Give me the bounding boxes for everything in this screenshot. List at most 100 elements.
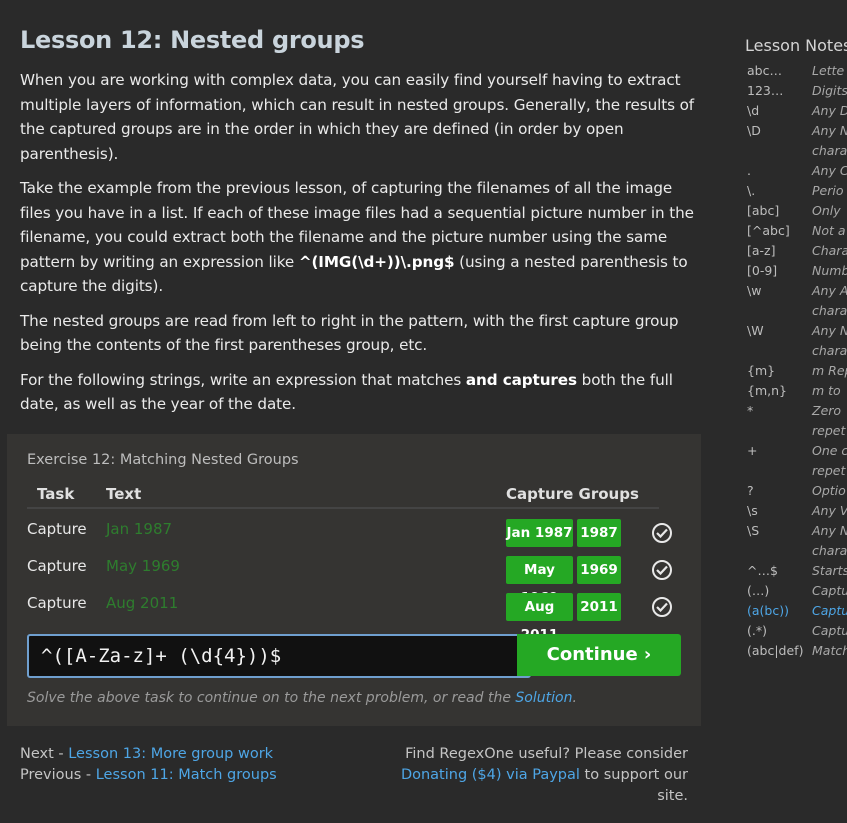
lesson-note-description: Not a (812, 223, 846, 238)
donation-message: Find RegexOne useful? Please consider Do… (390, 744, 688, 807)
row-test-string: May 1969 (106, 557, 180, 575)
lesson-content: Lesson 12: Nested groups When you are wo… (20, 26, 700, 427)
lesson-note-description: Chara (812, 243, 847, 258)
previous-lesson-line: Previous - Lesson 11: Match groups (20, 765, 277, 786)
hint-prefix: Solve the above task to continue on to t… (27, 690, 516, 706)
hint-suffix: . (572, 690, 577, 706)
lesson-note-symbol: (.*) (747, 623, 767, 638)
lesson-note-row: (…) Captu (745, 583, 847, 603)
previous-lesson-link[interactable]: Lesson 11: Match groups (96, 767, 277, 783)
lesson-note-row: ? Optio (745, 483, 847, 503)
lesson-note-description-continued: chara (812, 543, 847, 558)
paragraph-4-bold: and captures (465, 370, 577, 389)
lesson-note-description-continued: chara (812, 143, 847, 158)
column-header-text: Text (106, 485, 142, 503)
lesson-note-description-continued: chara (812, 343, 847, 358)
check-circle-icon (652, 560, 672, 580)
row-task-label: Capture (27, 557, 87, 575)
lesson-note-symbol: \s (747, 503, 758, 518)
lesson-note-description-continued: repet (812, 463, 846, 478)
lesson-note-symbol: \S (747, 523, 760, 538)
lesson-note-description: Only (812, 203, 841, 218)
lesson-note-description: Any A (812, 283, 847, 298)
lesson-note-row: \w Any A chara (745, 283, 847, 323)
lesson-note-row: {m} m Rep (745, 363, 847, 383)
lesson-note-row: \s Any V (745, 503, 847, 523)
lesson-notes-list: abc… Lette 123… Digits \d Any D \D Any N chara. A… (745, 63, 847, 663)
exercise-title: Exercise 12: Matching Nested Groups (27, 452, 299, 468)
lesson-note-description-continued: chara (812, 303, 847, 318)
lesson-note-description: Captu (812, 623, 847, 638)
next-prefix: Next - (20, 746, 69, 762)
lesson-note-symbol: (a(bc)) (747, 603, 789, 618)
lesson-note-symbol: . (747, 163, 751, 178)
column-header-task: Task (37, 485, 75, 503)
lesson-note-symbol: * (747, 403, 754, 418)
lesson-note-symbol: abc… (747, 63, 782, 78)
lesson-note-row: \d Any D (745, 103, 847, 123)
lesson-note-description: One c (812, 443, 847, 458)
column-header-capture-groups: Capture Groups (506, 485, 639, 503)
check-circle-icon (652, 523, 672, 543)
row-task-label: Capture (27, 520, 87, 538)
check-circle-icon (652, 597, 672, 617)
capture-group-1: Jan 1987 (506, 519, 573, 547)
row-task-label: Capture (27, 594, 87, 612)
paragraph-1: When you are working with complex data, … (20, 71, 695, 163)
lesson-note-row: (.*) Captu (745, 623, 847, 643)
paragraph-2: Take the example from the previous lesso… (20, 176, 700, 299)
lesson-note-symbol: ? (747, 483, 754, 498)
exercise-panel: Exercise 12: Matching Nested Groups Task… (7, 434, 701, 726)
donate-link[interactable]: Donating ($4) via Paypal (401, 767, 580, 783)
lesson-notes-title: Lesson Notes (745, 36, 847, 55)
lesson-note-row: \D Any N chara (745, 123, 847, 163)
lesson-note-description: Any V (812, 503, 847, 518)
lesson-note-symbol: ^…$ (747, 563, 778, 578)
continue-button[interactable]: Continue › (517, 634, 681, 676)
next-lesson-link[interactable]: Lesson 13: More group work (68, 746, 273, 762)
capture-group-2: 2011 (577, 593, 621, 621)
lesson-note-row: + One c repet (745, 443, 847, 483)
lesson-note-symbol: {m} (747, 363, 776, 378)
lesson-note-description: m Rep (812, 363, 847, 378)
lesson-note-row: [a-z] Chara (745, 243, 847, 263)
lesson-note-row: (a(bc)) Captu (745, 603, 847, 623)
lesson-note-row: {m,n} m to (745, 383, 847, 403)
paragraph-3: The nested groups are read from left to … (20, 311, 679, 355)
lesson-note-symbol: [abc] (747, 203, 780, 218)
row-test-string: Jan 1987 (106, 520, 173, 538)
lesson-note-symbol: \. (747, 183, 756, 198)
lesson-note-symbol: + (747, 443, 758, 458)
lesson-note-description: Any N (812, 523, 847, 538)
lesson-note-symbol: (abc|def) (747, 643, 804, 658)
lesson-note-row: (abc|def) Match (745, 643, 847, 663)
example-pattern: ^(IMG(\d+))\.png$ (298, 252, 455, 271)
capture-group-2: 1969 (577, 556, 621, 584)
lesson-note-symbol: (…) (747, 583, 770, 598)
lesson-note-description: Any N (812, 323, 847, 338)
lesson-note-row: * Zero repet (745, 403, 847, 443)
lesson-note-description: Digits (812, 83, 847, 98)
lesson-note-description: Match (812, 643, 847, 658)
lesson-note-symbol: 123… (747, 83, 784, 98)
lesson-note-row: \S Any N chara (745, 523, 847, 563)
lesson-note-description: Starts (812, 563, 847, 578)
lesson-note-symbol: [^abc] (747, 223, 790, 238)
donation-suffix: to support our site. (579, 767, 688, 804)
lesson-navigation: Next - Lesson 13: More group work Previo… (20, 744, 277, 786)
row-test-string: Aug 2011 (106, 594, 179, 612)
lesson-note-description: m to (812, 383, 841, 398)
donation-line-2: Donating ($4) via Paypal to support our … (390, 765, 688, 807)
lesson-note-row: [0-9] Numb (745, 263, 847, 283)
lesson-note-description: Optio (812, 483, 846, 498)
lesson-note-symbol: \d (747, 103, 760, 118)
lesson-note-row: 123… Digits (745, 83, 847, 103)
paragraph-4: For the following strings, write an expr… (20, 368, 700, 417)
lesson-note-symbol: [0-9] (747, 263, 778, 278)
regex-input[interactable]: ^([A-Za-z]+ (\d{4}))$ (27, 634, 531, 678)
lesson-note-row: [abc] Only (745, 203, 847, 223)
solution-link[interactable]: Solution (515, 690, 572, 706)
lesson-note-description: Perio (812, 183, 844, 198)
top-edge (0, 0, 847, 2)
next-lesson-line: Next - Lesson 13: More group work (20, 744, 277, 765)
